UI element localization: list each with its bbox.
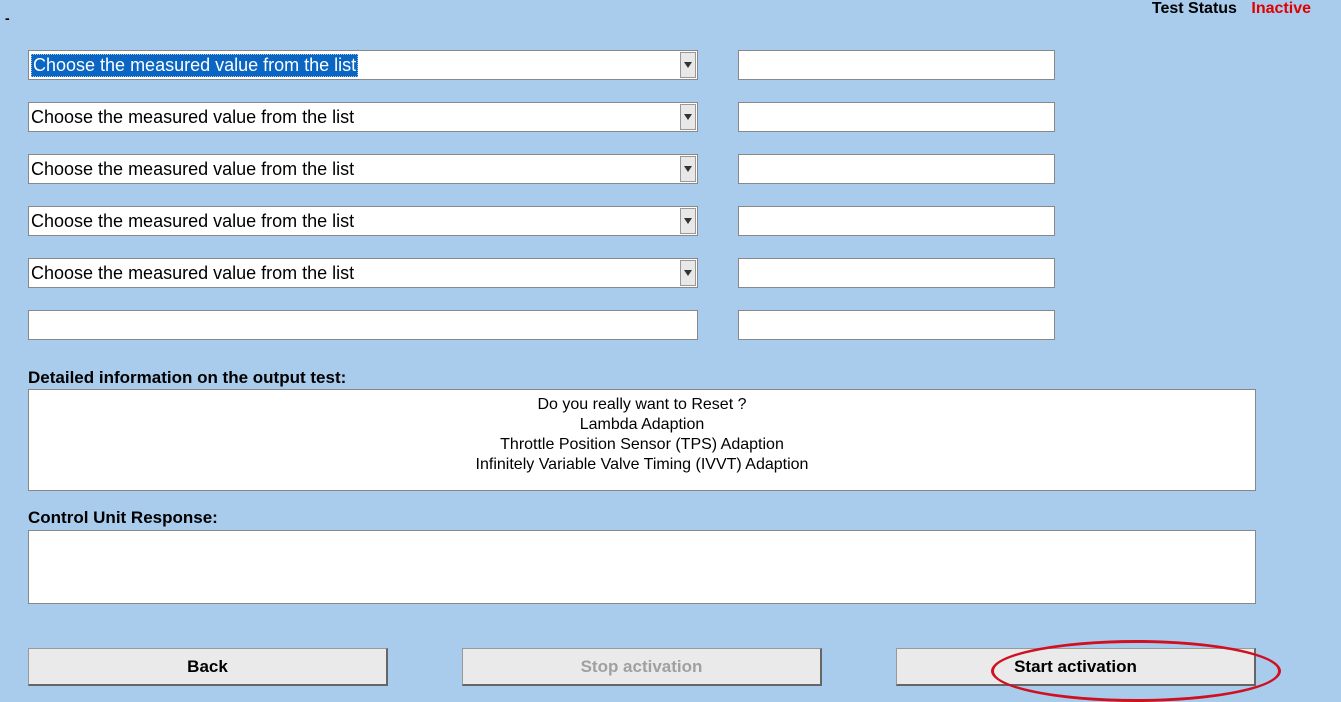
measured-value-select-2[interactable]: Choose the measured value from the list [28, 102, 698, 132]
response-textarea[interactable] [28, 530, 1256, 604]
measured-value-output-1 [738, 50, 1055, 80]
select-text: Choose the measured value from the list [31, 54, 358, 77]
measured-value-row: Choose the measured value from the list [28, 206, 1055, 236]
chevron-down-icon[interactable] [680, 208, 696, 234]
test-status-value: Inactive [1251, 0, 1311, 17]
measured-value-row: Choose the measured value from the list [28, 258, 1055, 288]
select-text: Choose the measured value from the list [31, 263, 354, 284]
details-line: Lambda Adaption [29, 415, 1255, 435]
measured-value-select-4[interactable]: Choose the measured value from the list [28, 206, 698, 236]
start-activation-button[interactable]: Start activation [896, 648, 1256, 686]
details-line: Infinitely Variable Valve Timing (IVVT) … [29, 455, 1255, 475]
test-status-label: Test Status [1152, 0, 1237, 17]
details-line: Throttle Position Sensor (TPS) Adaption [29, 435, 1255, 455]
free-text-output [738, 310, 1055, 340]
measured-value-output-5 [738, 258, 1055, 288]
measured-value-select-3[interactable]: Choose the measured value from the list [28, 154, 698, 184]
measured-value-select-1[interactable]: Choose the measured value from the list [28, 50, 698, 80]
details-textarea[interactable]: Do you really want to Reset ? Lambda Ada… [28, 389, 1256, 491]
measured-value-output-3 [738, 154, 1055, 184]
select-text: Choose the measured value from the list [31, 107, 354, 128]
button-bar: Back Stop activation Start activation [28, 648, 1256, 686]
measured-value-output-4 [738, 206, 1055, 236]
measured-value-row: Choose the measured value from the list [28, 102, 1055, 132]
details-line: Do you really want to Reset ? [29, 395, 1255, 415]
measured-value-row: Choose the measured value from the list [28, 154, 1055, 184]
select-text: Choose the measured value from the list [31, 211, 354, 232]
chevron-down-icon[interactable] [680, 260, 696, 286]
stop-activation-button[interactable]: Stop activation [462, 648, 822, 686]
measured-value-row: Choose the measured value from the list [28, 50, 1055, 80]
measured-value-select-5[interactable]: Choose the measured value from the list [28, 258, 698, 288]
dash-indicator: - [5, 10, 10, 26]
free-text-row [28, 310, 1055, 340]
chevron-down-icon[interactable] [680, 156, 696, 182]
free-text-input[interactable] [28, 310, 698, 340]
measured-value-output-2 [738, 102, 1055, 132]
status-bar: Test Status Inactive [1152, 0, 1311, 18]
measured-values-section: Choose the measured value from the list … [28, 50, 1055, 362]
select-text: Choose the measured value from the list [31, 159, 354, 180]
chevron-down-icon[interactable] [680, 52, 696, 78]
back-button[interactable]: Back [28, 648, 388, 686]
chevron-down-icon[interactable] [680, 104, 696, 130]
response-label: Control Unit Response: [28, 508, 218, 528]
details-label: Detailed information on the output test: [28, 368, 346, 388]
